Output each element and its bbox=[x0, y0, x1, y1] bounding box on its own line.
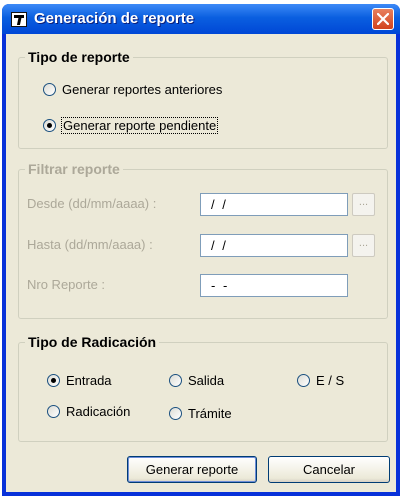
radio-label: Generar reporte pendiente bbox=[60, 117, 219, 134]
nro-reporte-label: Nro Reporte : bbox=[27, 277, 106, 292]
close-button[interactable] bbox=[372, 8, 394, 30]
desde-date-input[interactable]: / / bbox=[200, 193, 348, 216]
tipo-radicacion-legend: Tipo de Radicación bbox=[25, 334, 160, 350]
hasta-browse-button[interactable]: ... bbox=[352, 234, 375, 257]
radio-indicator bbox=[43, 83, 56, 96]
radio-reporte-pendiente[interactable]: Generar reporte pendiente bbox=[43, 117, 219, 134]
desde-label: Desde (dd/mm/aaaa) : bbox=[27, 196, 157, 211]
title-bar[interactable]: Generación de reporte bbox=[2, 4, 400, 34]
cancelar-button[interactable]: Cancelar bbox=[268, 456, 390, 483]
filtrar-reporte-legend: Filtrar reporte bbox=[25, 161, 123, 177]
radio-label: E / S bbox=[316, 373, 345, 388]
radio-indicator bbox=[43, 119, 56, 132]
radio-label: Trámite bbox=[188, 406, 232, 421]
radio-indicator bbox=[169, 374, 182, 387]
radio-salida[interactable]: Salida bbox=[169, 373, 224, 388]
filtrar-reporte-group: Filtrar reporte Desde (dd/mm/aaaa) : / /… bbox=[18, 161, 388, 319]
dialog-window: Generación de reporte Tipo de reporte Ge… bbox=[2, 4, 400, 496]
dialog-body: Tipo de reporte Generar reportes anterio… bbox=[6, 34, 396, 492]
radio-tramite[interactable]: Trámite bbox=[169, 406, 232, 421]
close-icon bbox=[377, 13, 389, 25]
app-logo-icon bbox=[11, 12, 27, 27]
hasta-label: Hasta (dd/mm/aaaa) : bbox=[27, 237, 153, 252]
desde-browse-button[interactable]: ... bbox=[352, 193, 375, 216]
radio-label: Salida bbox=[188, 373, 225, 388]
radio-indicator bbox=[297, 374, 310, 387]
radio-indicator bbox=[47, 374, 60, 387]
radio-entrada[interactable]: Entrada bbox=[47, 373, 112, 388]
radio-label: Radicación bbox=[66, 404, 131, 419]
hasta-date-input[interactable]: / / bbox=[200, 234, 348, 257]
radio-e-s[interactable]: E / S bbox=[297, 373, 344, 388]
window-title: Generación de reporte bbox=[34, 10, 195, 27]
radio-indicator bbox=[169, 407, 182, 420]
nro-reporte-input[interactable]: - - bbox=[200, 274, 348, 297]
tipo-reporte-group: Tipo de reporte Generar reportes anterio… bbox=[18, 49, 388, 149]
radio-reportes-anteriores[interactable]: Generar reportes anteriores bbox=[43, 82, 222, 97]
radio-label: Generar reportes anteriores bbox=[62, 82, 223, 97]
radio-label: Entrada bbox=[66, 373, 112, 388]
tipo-radicacion-group: Tipo de Radicación Entrada Salida E / S … bbox=[18, 334, 388, 442]
radio-indicator bbox=[47, 405, 60, 418]
tipo-reporte-legend: Tipo de reporte bbox=[25, 49, 133, 65]
generar-reporte-button[interactable]: Generar reporte bbox=[127, 456, 257, 483]
radio-radicacion[interactable]: Radicación bbox=[47, 404, 130, 419]
